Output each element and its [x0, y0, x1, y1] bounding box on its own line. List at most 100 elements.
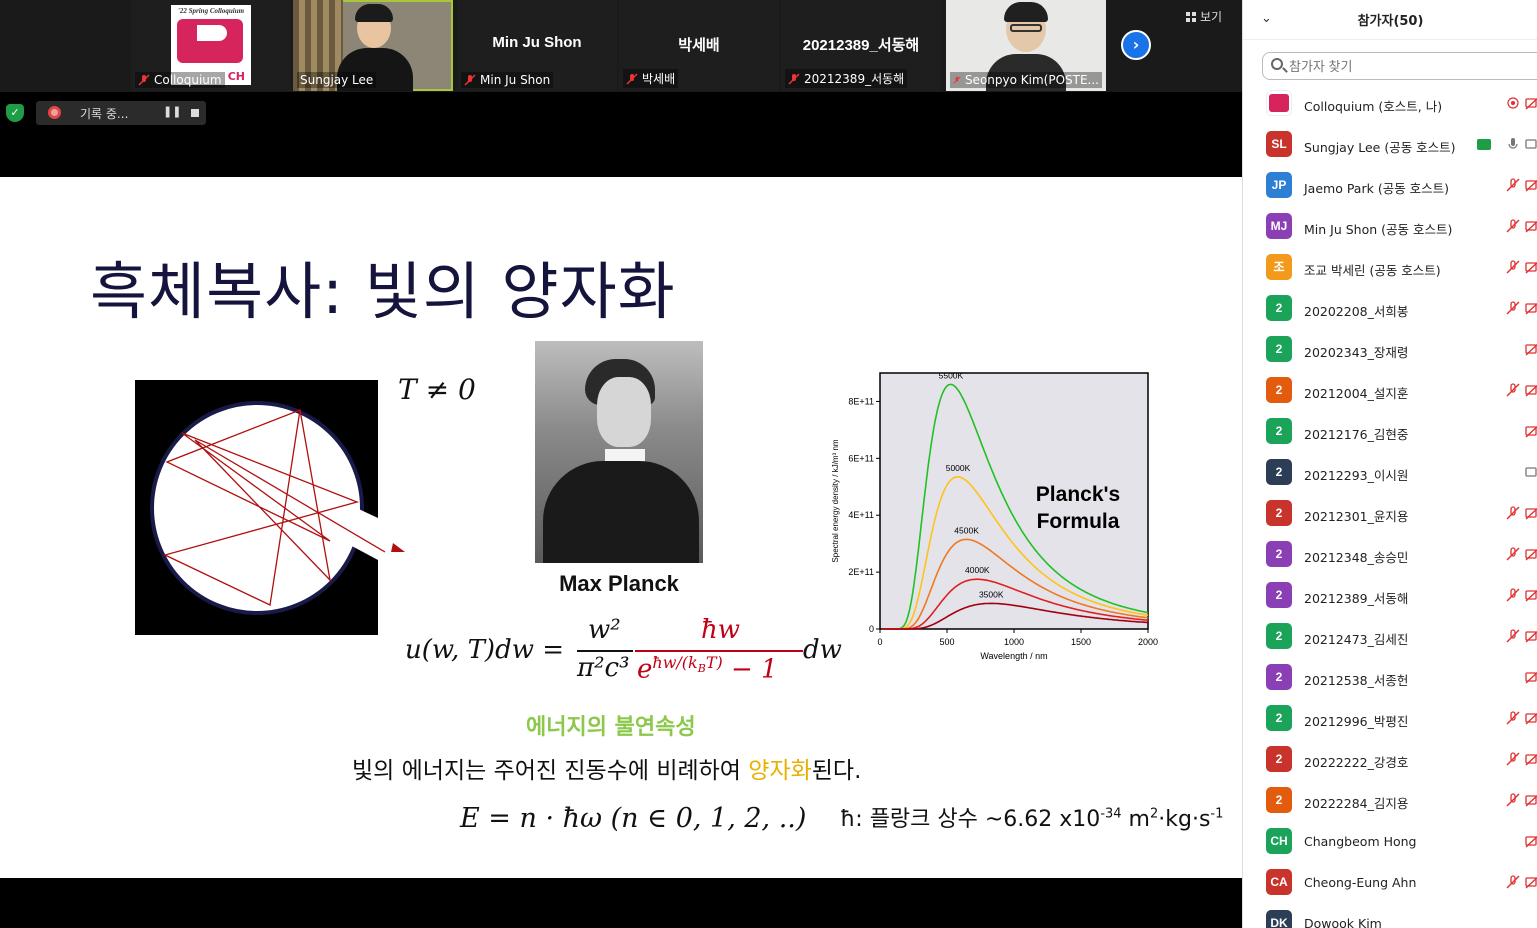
participant-row[interactable]: 2 20212348_송승민: [1243, 535, 1537, 576]
video-off-icon[interactable]: [1525, 587, 1537, 603]
participant-row[interactable]: 2 20212996_박평진: [1243, 699, 1537, 740]
video-off-icon[interactable]: [1525, 505, 1537, 521]
video-icon[interactable]: [1525, 136, 1537, 152]
mic-muted-icon[interactable]: [1505, 874, 1521, 890]
slide-title: 흑체복사: 빛의 양자화: [90, 255, 676, 328]
video-tile-min-ju-shon[interactable]: Min Ju Shon Min Ju Shon: [457, 0, 617, 91]
participant-search-input[interactable]: [1262, 52, 1537, 80]
next-page-button[interactable]: ›: [1121, 30, 1151, 60]
video-off-icon[interactable]: [1525, 751, 1537, 767]
participant-row[interactable]: 2 20222222_강경호: [1243, 740, 1537, 781]
series-label: 5500K: [939, 370, 964, 380]
screen-share-icon: [1477, 139, 1491, 150]
security-shield-icon[interactable]: ✓: [6, 104, 24, 122]
video-off-icon[interactable]: [1525, 95, 1537, 111]
video-off-icon[interactable]: [1525, 628, 1537, 644]
participant-row[interactable]: DK Dowook Kim: [1243, 904, 1537, 928]
participant-row[interactable]: 2 20212389_서동해: [1243, 576, 1537, 617]
mic-muted-icon[interactable]: [1505, 710, 1521, 726]
video-tile-seonpyo-kim[interactable]: Seonpyo Kim(POSTE...: [946, 0, 1106, 91]
video-tile-colloquium[interactable]: '22 Spring Colloquium CH Colloquium: [131, 0, 291, 91]
participant-row[interactable]: 2 20212538_서종헌: [1243, 658, 1537, 699]
mic-muted-icon[interactable]: [1505, 382, 1521, 398]
participant-row[interactable]: 2 20212176_김현중: [1243, 412, 1537, 453]
participant-name: Min Ju Shon (공동 호스트): [1304, 222, 1453, 237]
participant-row[interactable]: 조 조교 박세린 (공동 호스트): [1243, 248, 1537, 289]
chart-title-line1: Planck's: [1036, 483, 1120, 506]
video-off-icon[interactable]: [1525, 382, 1537, 398]
mic-muted-icon[interactable]: [1505, 546, 1521, 562]
mic-muted-icon[interactable]: [1505, 628, 1521, 644]
participant-name: Sungjay Lee (공동 호스트): [1304, 140, 1456, 155]
mic-muted-icon[interactable]: [1505, 505, 1521, 521]
grid-icon: [1186, 11, 1196, 22]
video-off-icon[interactable]: [1525, 546, 1537, 562]
participant-row[interactable]: 2 20212473_김세진: [1243, 617, 1537, 658]
participant-name: 20212996_박평진: [1304, 714, 1409, 729]
participant-name: Dowook Kim: [1304, 916, 1382, 928]
mic-muted-icon[interactable]: [1505, 751, 1521, 767]
planck-constant-note: ħ: 플랑크 상수 ~6.62 x10-34 m2·kg·s-1: [840, 806, 1224, 832]
mic-icon[interactable]: [1505, 136, 1521, 152]
participant-row[interactable]: SL Sungjay Lee (공동 호스트): [1243, 125, 1537, 166]
participant-name: 20212293_이시원: [1304, 468, 1409, 483]
participant-row[interactable]: CA Cheong-Eung Ahn: [1243, 863, 1537, 904]
mic-muted-icon[interactable]: [1505, 587, 1521, 603]
participants-panel: ⌄ 참가자(50) Colloquium (호스트, 나) SL Sungjay L…: [1242, 0, 1537, 928]
participant-row[interactable]: 2 20212004_설지훈: [1243, 371, 1537, 412]
pause-recording-button[interactable]: ❚❚: [163, 105, 181, 118]
portrait-face: [597, 377, 651, 447]
mic-muted-icon[interactable]: [1505, 792, 1521, 808]
view-button[interactable]: 보기: [1186, 8, 1222, 25]
y-axis-label: Spectral energy density / kJ/m³ nm: [831, 439, 840, 562]
video-off-icon[interactable]: [1525, 833, 1537, 849]
stop-recording-button[interactable]: [191, 109, 199, 117]
participant-name: 20202208_서희봉: [1304, 304, 1409, 319]
video-off-icon[interactable]: [1525, 792, 1537, 808]
video-off-icon[interactable]: [1525, 218, 1537, 234]
participant-row[interactable]: 2 20212301_윤지용: [1243, 494, 1537, 535]
participant-name: 20212004_설지훈: [1304, 386, 1409, 401]
video-off-icon[interactable]: [1525, 710, 1537, 726]
participant-row[interactable]: CH Changbeom Hong: [1243, 822, 1537, 863]
video-tile-parksebae[interactable]: 박세배 박세배: [619, 0, 779, 91]
zoom-window: '22 Spring Colloquium CH Colloquium Sung…: [0, 0, 1537, 928]
tile-label: Seonpyo Kim(POSTE...: [950, 72, 1102, 88]
series-label: 5000K: [946, 463, 971, 473]
participant-row[interactable]: JP Jaemo Park (공동 호스트): [1243, 166, 1537, 207]
mic-muted-icon[interactable]: [1505, 218, 1521, 234]
participant-row[interactable]: 2 20222284_김지용: [1243, 781, 1537, 822]
participant-row[interactable]: MJ Min Ju Shon (공동 호스트): [1243, 207, 1537, 248]
bottom-bar: [0, 878, 1242, 928]
video-icon[interactable]: [1525, 464, 1537, 480]
x-tick-label: 500: [939, 637, 954, 647]
video-tile-seodonghae[interactable]: 20212389_서동해 20212389_서동해: [781, 0, 941, 91]
participant-row[interactable]: 2 20202208_서희봉: [1243, 289, 1537, 330]
avatar: 2: [1266, 500, 1292, 526]
mic-muted-icon: [464, 74, 476, 86]
mic-muted-icon[interactable]: [1505, 300, 1521, 316]
participant-row[interactable]: 2 20212293_이시원: [1243, 453, 1537, 494]
participant-name: 20222284_김지용: [1304, 796, 1409, 811]
video-tile-sungjay-lee[interactable]: Sungjay Lee: [293, 0, 453, 91]
avatar: 2: [1266, 295, 1292, 321]
mic-muted-icon[interactable]: [1505, 259, 1521, 275]
participant-row[interactable]: Colloquium (호스트, 나): [1243, 84, 1537, 125]
video-off-icon[interactable]: [1525, 874, 1537, 890]
exit-arrow-head: [391, 543, 405, 552]
video-off-icon[interactable]: [1525, 259, 1537, 275]
mic-muted-icon: [138, 74, 150, 86]
video-off-icon[interactable]: [1525, 423, 1537, 439]
tile-label: 박세배: [623, 69, 679, 88]
video-off-icon[interactable]: [1525, 177, 1537, 193]
colloquium-avatar: [1266, 90, 1292, 116]
video-off-icon[interactable]: [1525, 341, 1537, 357]
mic-muted-icon[interactable]: [1505, 177, 1521, 193]
participant-name: 20212301_윤지용: [1304, 509, 1409, 524]
video-off-icon[interactable]: [1525, 669, 1537, 685]
chart-title-line2: Formula: [1037, 510, 1120, 533]
series-label: 3500K: [979, 589, 1004, 599]
participant-row[interactable]: 2 20202343_장재령: [1243, 330, 1537, 371]
video-off-icon[interactable]: [1525, 300, 1537, 316]
avatar: 2: [1266, 705, 1292, 731]
